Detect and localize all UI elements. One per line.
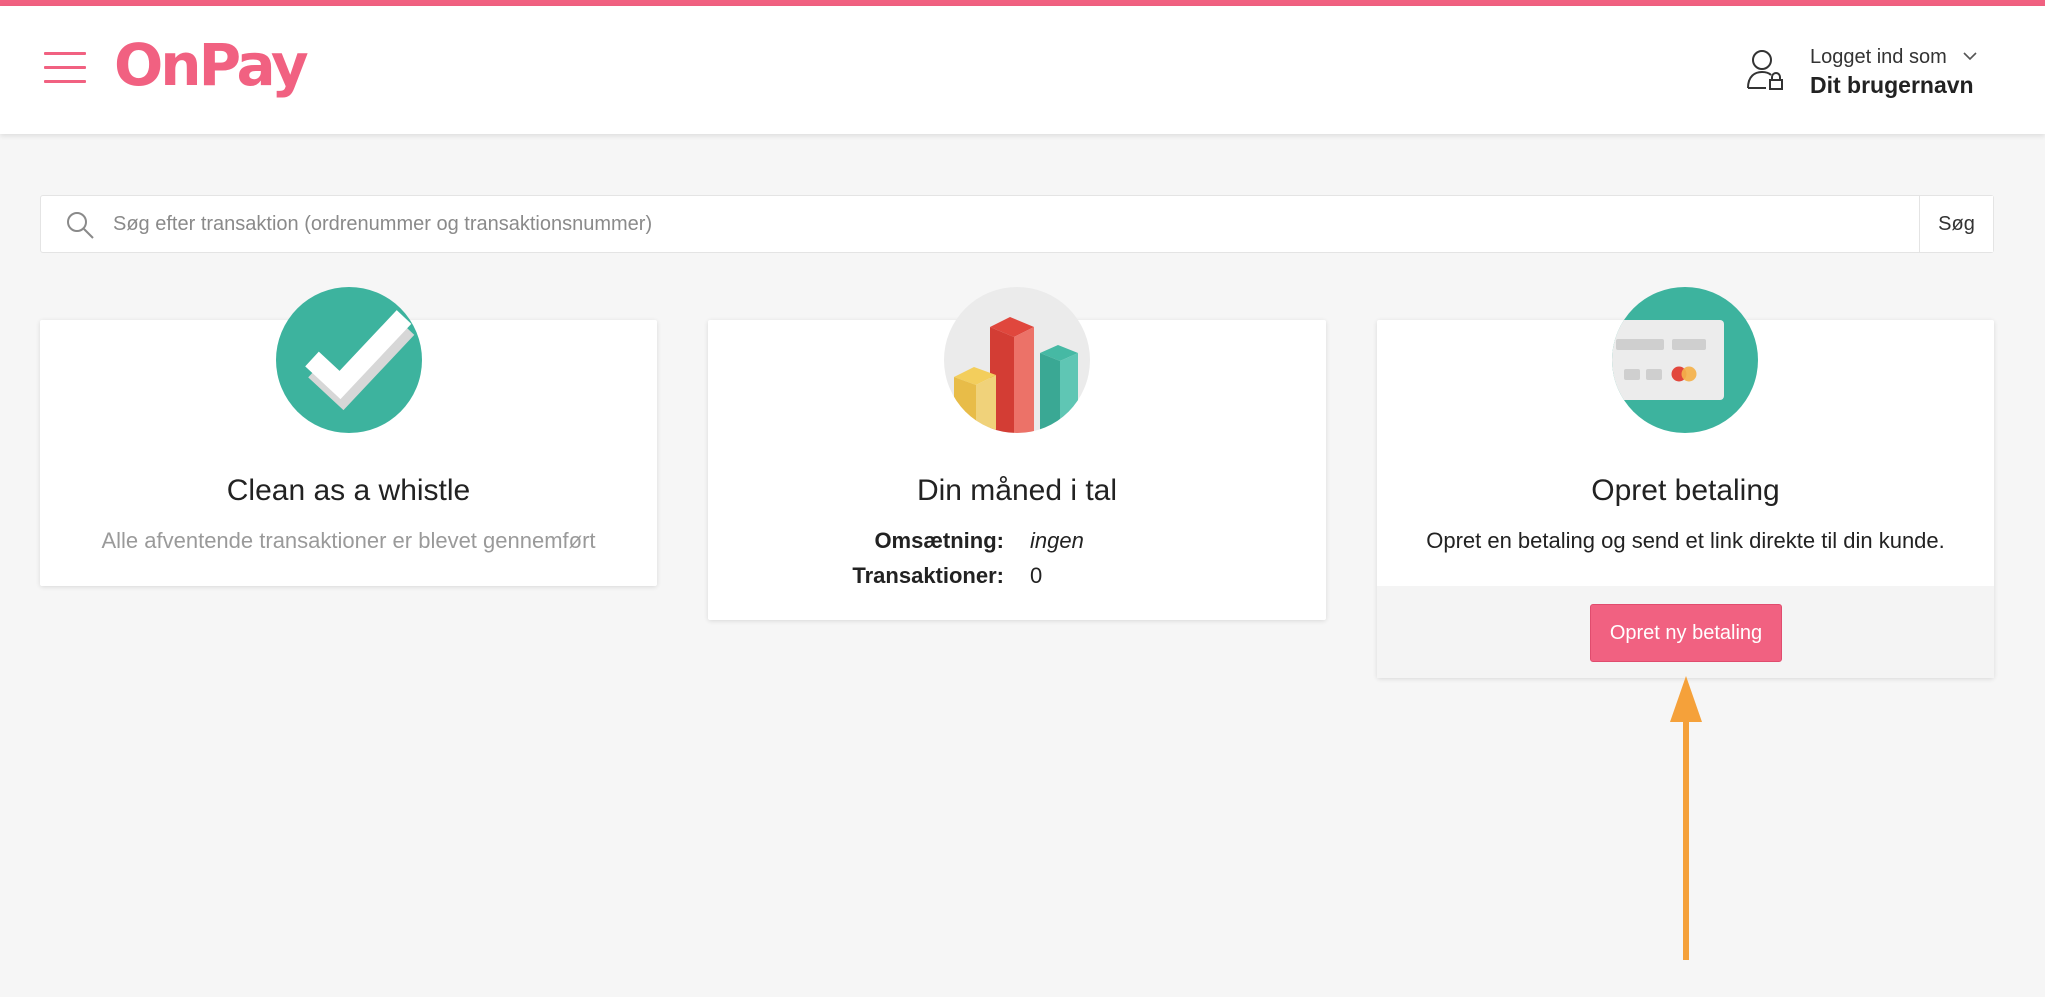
stats-value: ingen <box>1030 528 1084 553</box>
card-title: Opret betaling <box>1591 474 1780 507</box>
user-lock-icon <box>1747 50 1783 90</box>
user-caption: Logget ind som <box>1810 46 1947 68</box>
app-header: OnPay Logget ind som Dit brugernavn <box>0 6 2045 134</box>
bar-chart-icon <box>944 287 1090 433</box>
checkmark-icon <box>276 287 422 433</box>
card-title: Din måned i tal <box>916 474 1118 507</box>
card-description: Opret en betaling og send et link direkt… <box>1426 528 1945 553</box>
stats-row-transactions: Transaktioner: 0 <box>708 563 1326 593</box>
hamburger-menu-icon[interactable] <box>44 52 86 84</box>
create-payment-button[interactable]: Opret ny betaling <box>1590 604 1782 662</box>
card-footer: Opret ny betaling <box>1377 586 1994 678</box>
stats-value: 0 <box>1030 563 1043 588</box>
user-menu[interactable]: Logget ind som Dit brugernavn <box>1746 42 2006 102</box>
card-title: Clean as a whistle <box>226 474 471 507</box>
card-description: Alle afventende transaktioner er blevet … <box>101 528 596 553</box>
onpay-logo[interactable]: OnPay <box>114 36 309 94</box>
transaction-search-bar: Søg <box>40 195 1994 253</box>
stats-label: Omsætning: <box>874 528 1004 553</box>
search-input[interactable] <box>113 197 1913 251</box>
search-button[interactable]: Søg <box>1919 196 1993 252</box>
stats-row-revenue: Omsætning: ingen <box>708 528 1326 558</box>
search-icon <box>67 212 94 239</box>
chevron-down-icon[interactable] <box>1962 50 1978 62</box>
arrow-up-icon <box>1670 676 1702 960</box>
credit-card-icon <box>1612 287 1758 433</box>
user-name: Dit brugernavn <box>1810 72 1974 98</box>
stats-label: Transaktioner: <box>852 563 1004 588</box>
